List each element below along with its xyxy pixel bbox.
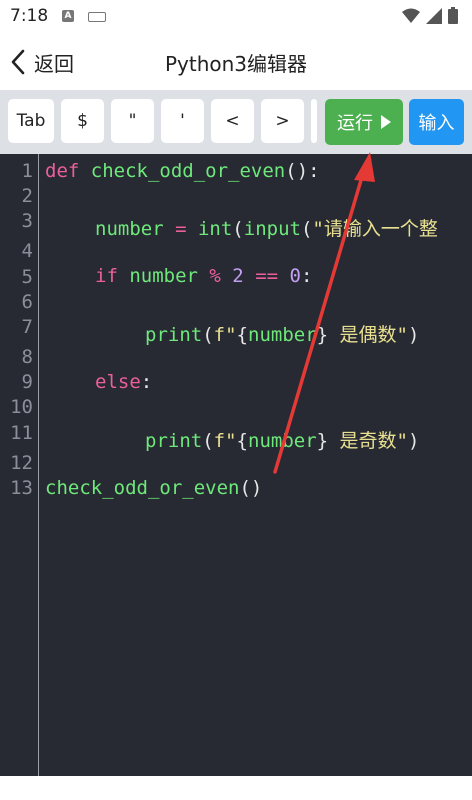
keyword-else: else: [95, 371, 141, 393]
run-button[interactable]: 运行: [325, 99, 403, 145]
punctuation: (: [202, 430, 214, 452]
keyword-if: if: [95, 265, 118, 287]
function-name: check_odd_or_even: [90, 160, 286, 182]
battery-icon: [448, 7, 458, 24]
signal-icon: [426, 7, 442, 24]
keyword-def: def: [45, 160, 80, 182]
line-number: 9: [21, 371, 33, 393]
single-quote-key-button[interactable]: ': [161, 99, 204, 143]
keyboard-icon: [88, 12, 106, 22]
notification-a-icon: A: [62, 10, 74, 22]
builtin-print: print: [145, 324, 203, 346]
line-number-gutter: 1 2 3 4 5 6 7 8 9 10 11 12 13: [0, 154, 39, 776]
greater-than-key-button[interactable]: >: [261, 99, 304, 143]
number-literal: 0: [278, 265, 301, 287]
line-number: 2: [21, 185, 33, 207]
more-keys-edge[interactable]: [311, 99, 317, 143]
line-number: 5: [21, 266, 33, 288]
code-line: print(f"{number} 是偶数"): [145, 320, 419, 347]
number-literal: 2: [220, 265, 244, 287]
fstring-prefix: f": [213, 430, 237, 452]
builtin-print: print: [145, 430, 203, 452]
variable-number: number: [95, 218, 164, 240]
run-label: 运行: [337, 113, 373, 134]
tab-key-button[interactable]: Tab: [8, 99, 54, 143]
status-time: 7:18: [10, 6, 49, 26]
line-number: 11: [10, 422, 33, 444]
punctuation: :: [300, 265, 313, 287]
builtin-input: input: [243, 218, 301, 240]
code-editor[interactable]: 1 2 3 4 5 6 7 8 9 10 11 12 13 def check_…: [0, 154, 472, 776]
code-line: if number % 2 == 0:: [95, 265, 312, 287]
punctuation: (: [202, 324, 214, 346]
double-quote-key-button[interactable]: ": [111, 99, 154, 143]
punctuation: (): [239, 477, 263, 499]
chevron-left-icon: [11, 49, 25, 75]
code-line: else:: [95, 371, 152, 393]
operator-assign: =: [163, 218, 198, 240]
line-number: 6: [21, 291, 33, 313]
play-icon: [381, 115, 391, 129]
line-number: 1: [21, 160, 33, 182]
variable-number: number: [117, 265, 198, 287]
back-label: 返回: [34, 51, 74, 76]
wifi-icon: [402, 8, 420, 23]
operator-eq: ==: [243, 265, 279, 287]
variable-number: number: [248, 430, 317, 452]
code-line: print(f"{number} 是奇数"): [145, 426, 419, 453]
punctuation: ): [407, 430, 420, 452]
string-literal: 是偶数": [328, 324, 408, 346]
code-line: number = int(input("请输入一个整: [95, 214, 438, 241]
status-bar: 7:18 A: [0, 0, 472, 34]
line-number: 7: [21, 316, 33, 338]
symbol-toolbar: Tab $ " ' < > 运行 输入: [0, 90, 472, 154]
line-number: 12: [10, 452, 33, 474]
status-icons: [402, 7, 458, 24]
bottom-bar: [0, 776, 472, 800]
line-number: 13: [10, 477, 33, 499]
punctuation: (: [300, 218, 313, 240]
punctuation: {: [236, 430, 248, 452]
less-than-key-button[interactable]: <: [211, 99, 254, 143]
punctuation: :: [140, 371, 153, 393]
code-line: def check_odd_or_even():: [45, 160, 320, 182]
function-call: check_odd_or_even: [45, 477, 240, 499]
builtin-int: int: [197, 218, 233, 240]
input-button[interactable]: 输入: [409, 99, 464, 145]
dollar-key-button[interactable]: $: [61, 99, 104, 143]
back-button[interactable]: 返回: [10, 46, 74, 78]
variable-number: number: [248, 324, 317, 346]
punctuation: ():: [285, 160, 320, 182]
line-number: 8: [21, 346, 33, 368]
app-header: Python3编辑器 返回: [0, 34, 472, 90]
punctuation: (: [232, 218, 244, 240]
line-number: 10: [10, 396, 33, 418]
code-line: check_odd_or_even(): [45, 477, 262, 499]
line-number: 3: [21, 210, 33, 232]
fstring-prefix: f": [213, 324, 237, 346]
punctuation: }: [316, 324, 329, 346]
punctuation: }: [316, 430, 329, 452]
string-literal: "请输入一个整: [312, 218, 438, 240]
punctuation: ): [407, 324, 420, 346]
punctuation: {: [236, 324, 248, 346]
line-number: 4: [21, 240, 33, 262]
operator-mod: %: [197, 265, 221, 287]
string-literal: 是奇数": [328, 430, 408, 452]
